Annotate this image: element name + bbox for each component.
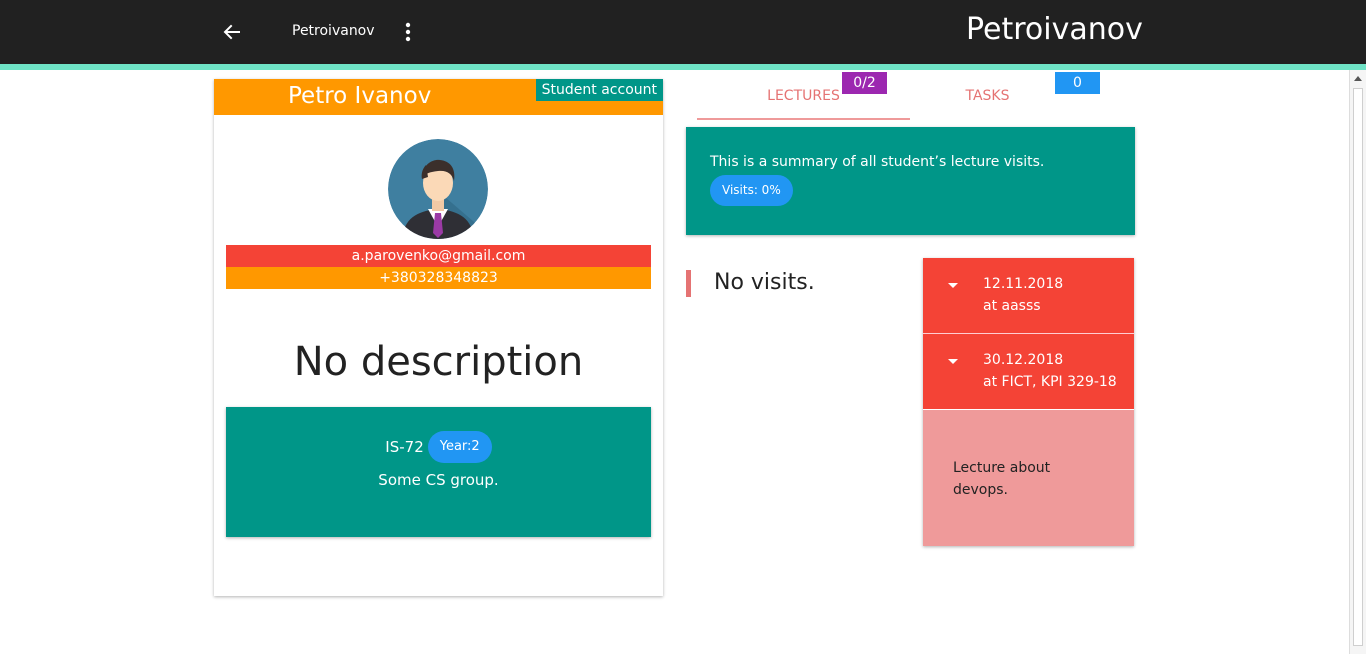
account-type-badge: Student account bbox=[535, 79, 663, 101]
lecture-date: 12.11.2018 bbox=[983, 276, 1064, 292]
no-visits-text: No visits. bbox=[714, 270, 815, 295]
lectures-count-badge: 0/2 bbox=[842, 72, 887, 94]
lecture-item[interactable]: 30.12.2018 at FICT, KPI 329-18 bbox=[923, 334, 1134, 409]
lecture-detail-panel: Lecture about devops. bbox=[923, 410, 1134, 546]
group-card: IS-72 Year:2 Some CS group. bbox=[226, 407, 651, 537]
no-visits-marker bbox=[686, 270, 691, 297]
tab-tasks-label: TASKS bbox=[965, 88, 1010, 104]
lecture-item[interactable]: 12.11.2018 at aasss bbox=[923, 258, 1134, 334]
lecture-place: at aasss bbox=[983, 298, 1041, 314]
scroll-up-arrow-icon[interactable] bbox=[1354, 76, 1362, 81]
phone-field: +380328348823 bbox=[226, 267, 651, 289]
tab-tasks[interactable]: TASKS bbox=[910, 74, 1065, 120]
lecture-detail-text: Lecture about devops. bbox=[953, 460, 1051, 498]
name-banner: Petro Ivanov Student account bbox=[214, 79, 663, 115]
top-app-bar: Petroivanov Petroivanov bbox=[0, 0, 1366, 64]
profile-description: No description bbox=[293, 339, 584, 385]
avatar bbox=[388, 139, 488, 239]
visits-summary-card: This is a summary of all student’s lectu… bbox=[686, 127, 1135, 235]
group-info-row: IS-72 Year:2 bbox=[226, 431, 651, 463]
profile-card: Petro Ivanov Student account a.parovenko… bbox=[214, 79, 663, 596]
scrollbar-thumb[interactable] bbox=[1353, 88, 1363, 646]
lecture-list: 12.11.2018 at aasss 30.12.2018 at FICT, … bbox=[923, 258, 1134, 546]
visits-chip: Visits: 0% bbox=[710, 175, 793, 206]
email-field: a.parovenko@gmail.com bbox=[226, 245, 651, 267]
group-name: IS-72 bbox=[385, 438, 424, 456]
topbar-accent-line bbox=[0, 64, 1366, 70]
user-avatar-icon bbox=[388, 139, 488, 239]
summary-text: This is a summary of all student’s lectu… bbox=[710, 154, 1045, 170]
lecture-date: 30.12.2018 bbox=[983, 352, 1064, 368]
page-title: Petroivanov bbox=[966, 12, 1143, 47]
caret-down-icon bbox=[948, 359, 958, 364]
arrow-left-icon bbox=[223, 24, 240, 40]
student-name: Petro Ivanov bbox=[288, 83, 432, 109]
group-description: Some CS group. bbox=[378, 471, 499, 489]
more-menu-button[interactable] bbox=[396, 18, 420, 46]
year-chip: Year:2 bbox=[427, 431, 492, 463]
tasks-count-badge: 0 bbox=[1055, 72, 1100, 94]
caret-down-icon bbox=[948, 283, 958, 288]
back-button[interactable] bbox=[218, 18, 246, 46]
vertical-scrollbar[interactable] bbox=[1349, 70, 1366, 654]
more-vertical-icon bbox=[405, 22, 411, 42]
lecture-place: at FICT, KPI 329-18 bbox=[983, 374, 1117, 390]
topbar-username: Petroivanov bbox=[292, 23, 375, 39]
